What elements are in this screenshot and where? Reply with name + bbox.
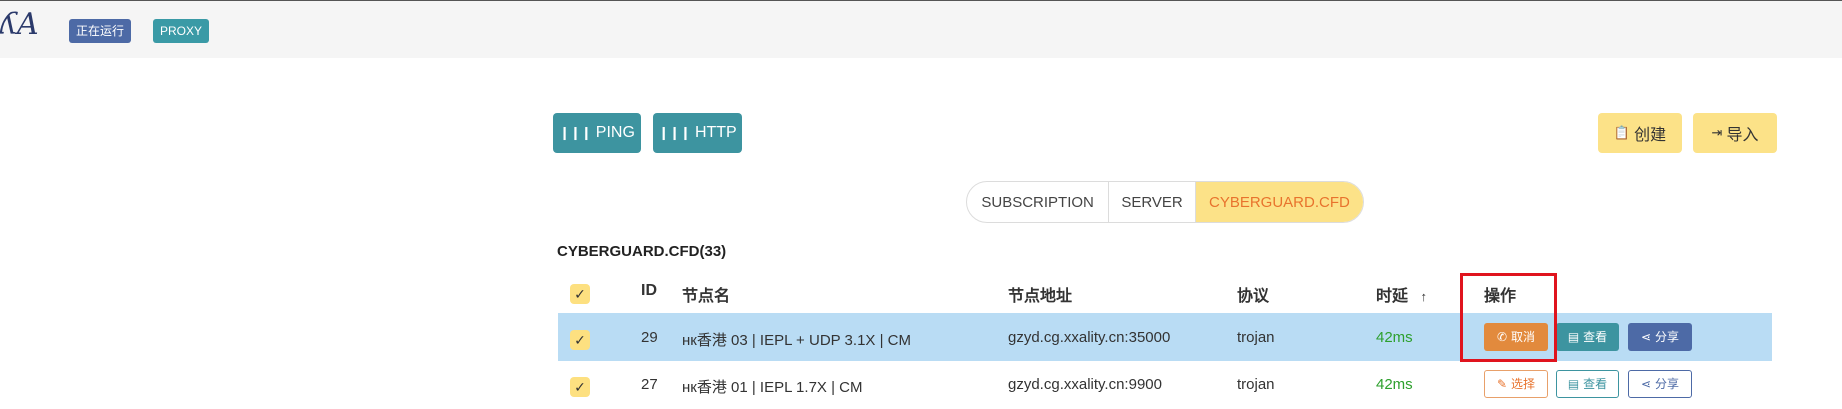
table-row[interactable]: ✓ 29 нк香港 03 | IEPL + UDP 3.1X | CM gzyd… — [558, 313, 1772, 361]
tab-server[interactable]: SERVER — [1109, 182, 1196, 222]
top-bar: ʎA 正在运行 PROXY — [0, 0, 1842, 58]
row-latency: 42ms — [1376, 329, 1413, 346]
section-title: CYBERGUARD.CFD(33) — [557, 243, 727, 260]
header-protocol: 协议 — [1237, 288, 1270, 305]
share-button-label: 分享 — [1655, 330, 1680, 344]
row-checkbox[interactable]: ✓ — [570, 330, 590, 350]
proxy-mode-badge: PROXY — [153, 19, 210, 43]
view-button-label: 查看 — [1583, 330, 1608, 344]
tab-cyberguard[interactable]: CYBERGUARD.CFD — [1195, 182, 1363, 222]
create-button-label: 创建 — [1634, 127, 1667, 144]
row-latency: 42ms — [1376, 376, 1413, 393]
table-row[interactable]: ✓ 27 нк香港 01 | IEPL 1.7X | CM gzyd.cg.xx… — [558, 361, 1772, 409]
create-button[interactable]: 📋 创建 — [1598, 113, 1682, 153]
select-button[interactable]: ✎ 选择 — [1484, 370, 1548, 398]
group-tabs: SUBSCRIPTION SERVER CYBERGUARD.CFD — [966, 181, 1364, 223]
running-status-badge: 正在运行 — [69, 19, 132, 43]
select-button-label: 选择 — [1511, 377, 1536, 391]
document-icon: ▤ — [1567, 377, 1580, 391]
http-button-label: HTTP — [694, 124, 737, 141]
ping-button-label: PING — [595, 124, 635, 141]
row-protocol: trojan — [1237, 329, 1275, 346]
share-button-label: 分享 — [1655, 377, 1680, 391]
row-node-name: нк香港 01 | IEPL 1.7X | CM — [682, 379, 863, 396]
import-button[interactable]: ⇥ 导入 — [1693, 113, 1777, 153]
header-address: 节点地址 — [1008, 288, 1073, 305]
app-logo: ʎA — [0, 7, 39, 42]
sort-ascending-icon: ↑ — [1420, 289, 1427, 304]
actions-highlight-box — [1460, 273, 1557, 362]
waveform-icon: ❙❙❙ — [658, 125, 691, 140]
view-button-label: 查看 — [1583, 377, 1608, 391]
row-id: 29 — [641, 329, 658, 346]
row-node-name: нк香港 03 | IEPL + UDP 3.1X | CM — [682, 332, 911, 349]
waveform-icon: ❙❙❙ — [559, 125, 592, 140]
view-button[interactable]: ▤ 查看 — [1556, 370, 1619, 398]
row-node-address: gzyd.cg.xxality.cn:35000 — [1008, 329, 1171, 346]
document-icon: ▤ — [1567, 330, 1580, 344]
view-button[interactable]: ▤ 查看 — [1556, 323, 1619, 351]
header-latency[interactable]: 时延 ↑ — [1376, 282, 1427, 306]
http-button[interactable]: ❙❙❙ HTTP — [653, 113, 742, 153]
import-button-label: 导入 — [1726, 127, 1759, 144]
header-id: ID — [641, 282, 657, 299]
row-id: 27 — [641, 376, 658, 393]
share-button[interactable]: ⋖ 分享 — [1628, 370, 1692, 398]
header-name: 节点名 — [682, 288, 731, 305]
share-icon: ⋖ — [1640, 377, 1652, 391]
share-button[interactable]: ⋖ 分享 — [1628, 323, 1692, 351]
row-checkbox[interactable]: ✓ — [570, 377, 590, 397]
row-protocol: trojan — [1237, 376, 1275, 393]
header-latency-label: 时延 — [1376, 288, 1409, 305]
import-icon: ⇥ — [1711, 125, 1723, 140]
select-all-checkbox[interactable]: ✓ — [570, 284, 590, 304]
ping-button[interactable]: ❙❙❙ PING — [553, 113, 641, 153]
tab-subscription[interactable]: SUBSCRIPTION — [967, 182, 1110, 222]
edit-icon: ✎ — [1496, 377, 1508, 391]
share-icon: ⋖ — [1640, 330, 1652, 344]
row-node-address: gzyd.cg.xxality.cn:9900 — [1008, 376, 1162, 393]
clipboard-icon: 📋 — [1613, 125, 1631, 140]
